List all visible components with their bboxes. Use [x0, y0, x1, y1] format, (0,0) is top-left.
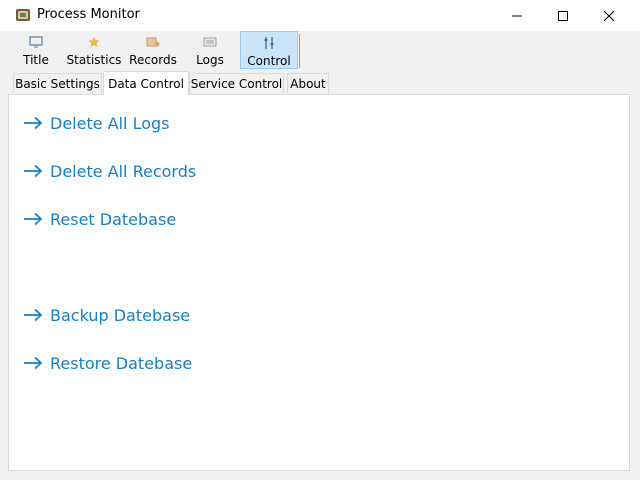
toolbar-control-button[interactable]: Control	[240, 31, 298, 69]
toolbar-title-button[interactable]: Title	[16, 31, 56, 69]
minimize-button[interactable]	[494, 0, 540, 31]
backup-database-link[interactable]: Backup Datebase	[23, 303, 190, 327]
tab-basic-settings[interactable]: Basic Settings	[13, 73, 102, 93]
arrow-right-icon	[24, 116, 43, 130]
toolbar-logs-label: Logs	[196, 53, 224, 67]
delete-all-logs-link[interactable]: Delete All Logs	[23, 111, 170, 135]
toolbar-logs-button[interactable]: Logs	[192, 31, 228, 69]
monitor-icon	[29, 34, 43, 50]
arrow-right-icon	[24, 308, 43, 322]
toolbar-records-label: Records	[129, 53, 177, 67]
toolbar-statistics-label: Statistics	[66, 53, 122, 67]
window-title: Process Monitor	[37, 7, 140, 22]
reset-database-label: Reset Datebase	[50, 209, 177, 229]
backup-database-label: Backup Datebase	[50, 305, 191, 325]
tab-data-control[interactable]: Data Control	[103, 71, 189, 95]
minimize-icon	[512, 15, 522, 16]
arrow-right-icon	[24, 356, 43, 370]
restore-database-label: Restore Datebase	[50, 353, 193, 373]
toolbar-statistics-button[interactable]: Statistics	[66, 31, 122, 69]
maximize-button[interactable]	[540, 0, 586, 31]
tab-strip: Basic Settings Data Control Service Cont…	[0, 71, 640, 95]
close-icon	[604, 10, 614, 21]
arrow-right-icon	[24, 164, 43, 178]
delete-all-records-label: Delete All Records	[50, 161, 197, 181]
tab-service-control[interactable]: Service Control	[189, 73, 284, 93]
delete-all-logs-label: Delete All Logs	[50, 113, 170, 133]
toolbar-control-label: Control	[247, 54, 291, 68]
close-button[interactable]	[586, 0, 632, 31]
toolbar-title-label: Title	[23, 53, 49, 67]
toolbar: Title Statistics Records Logs Control	[0, 31, 640, 71]
toolbar-separator	[299, 34, 300, 68]
tab-about[interactable]: About	[287, 73, 329, 93]
toolbar-records-button[interactable]: Records	[127, 31, 179, 69]
arrow-right-icon	[24, 212, 43, 226]
reset-database-link[interactable]: Reset Datebase	[23, 207, 176, 231]
title-bar: Process Monitor	[0, 0, 640, 31]
maximize-icon	[558, 10, 568, 21]
logs-icon	[203, 34, 217, 50]
records-icon	[146, 34, 160, 50]
star-icon	[88, 34, 100, 50]
control-icon	[263, 35, 275, 51]
restore-database-link[interactable]: Restore Datebase	[23, 351, 192, 375]
delete-all-records-link[interactable]: Delete All Records	[23, 159, 196, 183]
data-control-panel: Delete All Logs Delete All Records Reset…	[8, 94, 630, 471]
app-icon	[15, 7, 31, 23]
